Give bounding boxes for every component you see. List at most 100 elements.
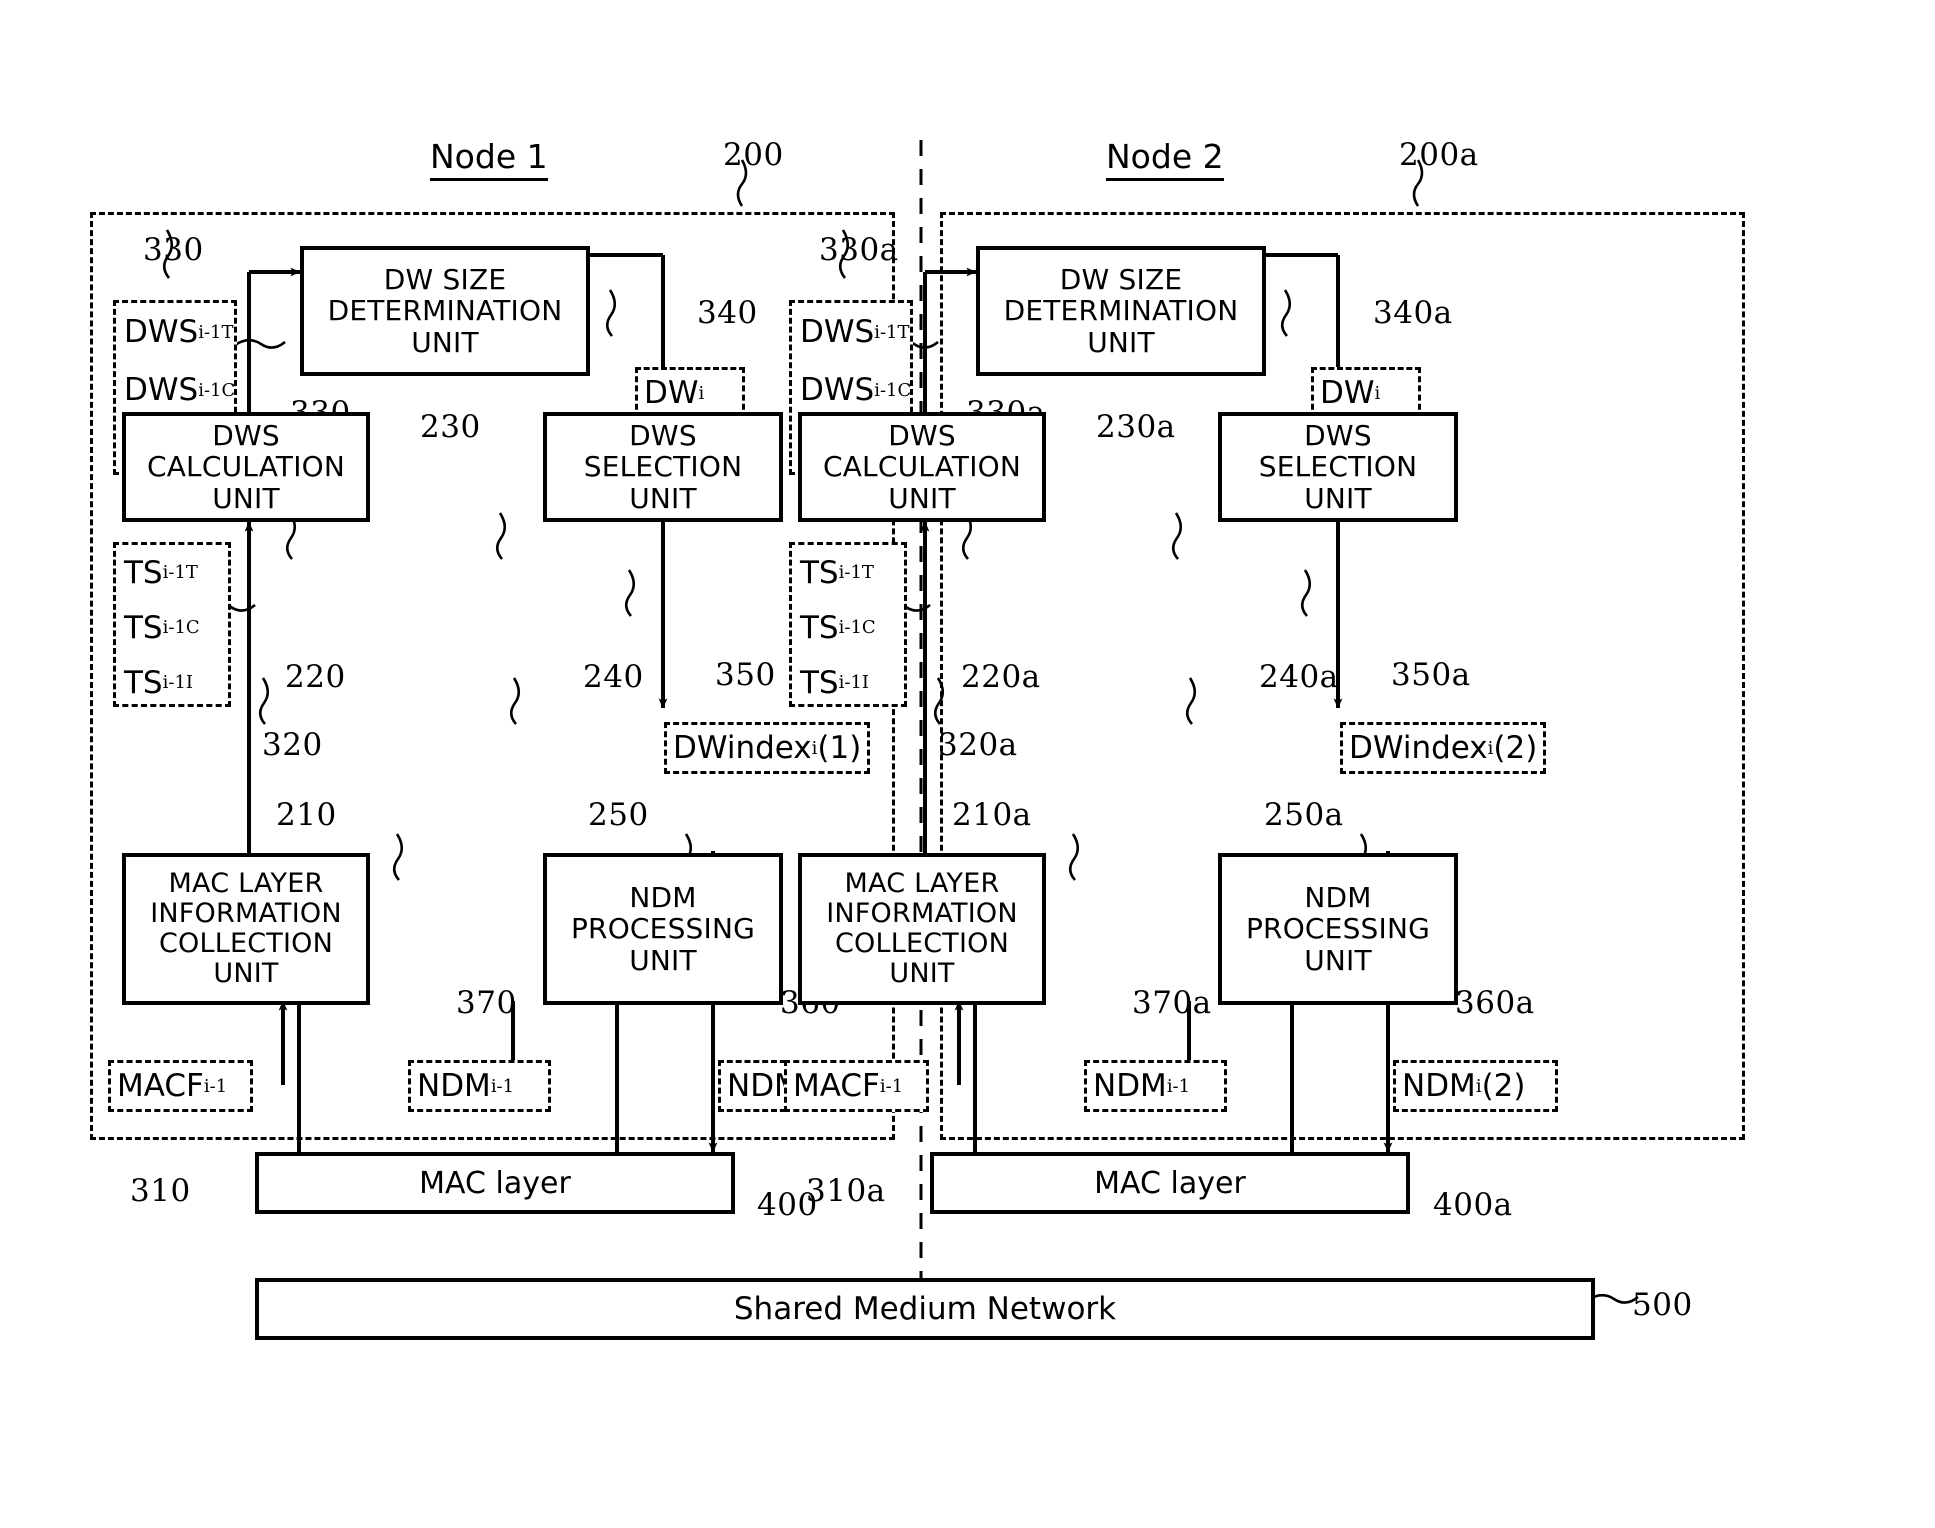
node1-dwindex-signal-box: DWindex i (1) bbox=[664, 722, 870, 774]
node1-dws-1-sup: i-1 bbox=[198, 379, 222, 401]
shared-medium-network-box[interactable]: Shared Medium Network bbox=[255, 1278, 1595, 1340]
node2-dws-calc-line1: DWS bbox=[888, 418, 956, 452]
node2-dws-calculation-unit[interactable]: DWS CALCULATION UNIT bbox=[798, 412, 1046, 522]
node2-ndm-prev-sup: i-1 bbox=[1166, 1075, 1191, 1097]
node1-dw-size-line1: DW SIZE bbox=[383, 262, 507, 296]
node2-dws-sel-line2: SELECTION bbox=[1258, 450, 1418, 484]
node2-ref-220a: 220a bbox=[961, 659, 1041, 695]
node2-dw-size-line3: UNIT bbox=[1087, 325, 1155, 359]
node1-ndm-processing-unit[interactable]: NDM PROCESSING UNIT bbox=[543, 853, 783, 1005]
node1-macf-base: MACF bbox=[117, 1068, 204, 1104]
node2-ref-250a: 250a bbox=[1264, 797, 1344, 833]
node2-dwindex-signal-box: DWindex i (2) bbox=[1340, 722, 1546, 774]
node2-macf-signal-box: MACF i-1 bbox=[784, 1060, 929, 1112]
node2-ndm-prev-signal-box: NDM i-1 bbox=[1084, 1060, 1227, 1112]
node1-dwindex-base: DWindex bbox=[673, 730, 812, 766]
node1-ndm-proc-line3: UNIT bbox=[629, 943, 697, 977]
node1-mac-layer-info-collection-unit[interactable]: MAC LAYER INFORMATION COLLECTION UNIT bbox=[122, 853, 370, 1005]
node1-dws-selection-unit[interactable]: DWS SELECTION UNIT bbox=[543, 412, 783, 522]
node2-dws-0-base: DWS bbox=[800, 314, 875, 350]
node1-dws-calculation-unit[interactable]: DWS CALCULATION UNIT bbox=[122, 412, 370, 522]
node1-dws-0-sub: T bbox=[221, 321, 234, 343]
node1-dws-calc-line2: CALCULATION bbox=[146, 450, 346, 484]
node2-ref-340a: 340a bbox=[1373, 295, 1453, 331]
node1-ts-item-1: TS i-1 C bbox=[116, 600, 228, 655]
ref-500: 500 bbox=[1632, 1287, 1693, 1323]
node2-ref-210a: 210a bbox=[952, 797, 1032, 833]
node2-ref-310a: 310a bbox=[806, 1173, 886, 1209]
node2-dws-sel-line1: DWS bbox=[1304, 418, 1372, 452]
node2-dws-item-0: DWS i-1 T bbox=[792, 303, 910, 361]
node1-ndm-prev-signal-box: NDM i-1 bbox=[408, 1060, 551, 1112]
node2-ts-2-sup: i-1 bbox=[838, 672, 862, 693]
node1-dw-sup: i bbox=[698, 382, 705, 404]
node1-ndm-prev-base: NDM bbox=[417, 1068, 491, 1104]
node2-dws-item-1: DWS i-1 C bbox=[792, 361, 912, 419]
node2-ts-item-0: TS i-1 T bbox=[792, 545, 904, 600]
node2-ref-370a: 370a bbox=[1132, 985, 1212, 1021]
node2-ndm-prev-base: NDM bbox=[1093, 1068, 1167, 1104]
node1-ts-2-sub: I bbox=[185, 672, 193, 693]
node1-ts-1-sub: C bbox=[185, 617, 200, 638]
node1-mac-layer-box[interactable]: MAC layer bbox=[255, 1152, 735, 1214]
node2-ndm-proc-line2: PROCESSING bbox=[1245, 912, 1431, 946]
node1-ts-0-sup: i-1 bbox=[162, 562, 186, 583]
node1-ts-0-sub: T bbox=[185, 562, 198, 583]
node2-dws-sel-line3: UNIT bbox=[1304, 481, 1372, 515]
node2-dwindex-base: DWindex bbox=[1349, 730, 1488, 766]
node1-ts-1-base: TS bbox=[124, 609, 163, 646]
node1-ts-group-box: TS i-1 T TS i-1 C TS i-1 I bbox=[113, 542, 231, 707]
node1-macf-sup: i-1 bbox=[203, 1075, 228, 1097]
node2-mac-info-line4: UNIT bbox=[889, 958, 955, 990]
node2-dws-1-base: DWS bbox=[800, 372, 875, 408]
node2-mac-info-line1: MAC LAYER bbox=[844, 867, 1000, 899]
node2-ts-1-base: TS bbox=[800, 609, 839, 646]
node1-ts-2-sup: i-1 bbox=[162, 672, 186, 693]
node2-dwindex-tail: (2) bbox=[1493, 730, 1538, 766]
node1-dwindex-tail: (1) bbox=[817, 730, 862, 766]
node2-dws-0-sup: i-1 bbox=[874, 321, 898, 343]
node1-ref-230: 230 bbox=[420, 409, 481, 445]
node2-ref-200a: 200a bbox=[1399, 137, 1479, 173]
node2-ref-360a: 360a bbox=[1455, 985, 1535, 1021]
node2-mac-layer-label: MAC layer bbox=[1094, 1165, 1246, 1201]
node1-dws-item-0: DWS i-1 T bbox=[116, 303, 234, 361]
node2-dws-1-sup: i-1 bbox=[874, 379, 898, 401]
node2-ts-1-sup: i-1 bbox=[838, 617, 862, 638]
node2-dws-1-sub: C bbox=[897, 379, 912, 401]
patent-figure-canvas: Node 1 200 330 330 230 340 220 320 210 2… bbox=[0, 0, 1935, 1528]
node1-dws-calc-line1: DWS bbox=[212, 418, 280, 452]
node1-ref-350: 350 bbox=[715, 657, 776, 693]
node1-ref-200: 200 bbox=[723, 137, 784, 173]
node2-ndm-processing-unit[interactable]: NDM PROCESSING UNIT bbox=[1218, 853, 1458, 1005]
node1-ndm-proc-line2: PROCESSING bbox=[570, 912, 756, 946]
node2-ref-320a: 320a bbox=[938, 727, 1018, 763]
node2-dw-size-determination-unit[interactable]: DW SIZE DETERMINATION UNIT bbox=[976, 246, 1266, 376]
node2-macf-sup: i-1 bbox=[879, 1075, 904, 1097]
node1-dws-item-1: DWS i-1 C bbox=[116, 361, 236, 419]
node2-ref-350a: 350a bbox=[1391, 657, 1471, 693]
node1-mac-info-line3: COLLECTION bbox=[158, 928, 333, 959]
node1-macf-signal-box: MACF i-1 bbox=[108, 1060, 253, 1112]
node2-mac-info-line3: COLLECTION bbox=[834, 928, 1009, 959]
node2-dws-calc-line2: CALCULATION bbox=[822, 450, 1022, 484]
node2-ts-2-base: TS bbox=[800, 664, 839, 701]
node2-dws-0-sub: T bbox=[897, 321, 910, 343]
node1-dws-1-sub: C bbox=[221, 379, 236, 401]
node1-ts-item-0: TS i-1 T bbox=[116, 545, 228, 600]
node2-ref-330a-top: 330a bbox=[819, 232, 899, 268]
node2-ts-0-sub: T bbox=[861, 562, 874, 583]
node2-ts-2-sub: I bbox=[861, 672, 869, 693]
node2-mac-layer-info-collection-unit[interactable]: MAC LAYER INFORMATION COLLECTION UNIT bbox=[798, 853, 1046, 1005]
node2-ts-item-2: TS i-1 I bbox=[792, 655, 904, 710]
node1-ts-item-2: TS i-1 I bbox=[116, 655, 228, 710]
node2-mac-layer-box[interactable]: MAC layer bbox=[930, 1152, 1410, 1214]
node1-dws-sel-line3: UNIT bbox=[629, 481, 697, 515]
node1-title: Node 1 bbox=[430, 139, 548, 181]
node2-ts-0-base: TS bbox=[800, 554, 839, 591]
node2-mac-info-line2: INFORMATION bbox=[826, 897, 1018, 929]
node2-ts-item-1: TS i-1 C bbox=[792, 600, 904, 655]
node2-dws-selection-unit[interactable]: DWS SELECTION UNIT bbox=[1218, 412, 1458, 522]
node1-dw-size-determination-unit[interactable]: DW SIZE DETERMINATION UNIT bbox=[300, 246, 590, 376]
node1-dws-0-sup: i-1 bbox=[198, 321, 222, 343]
